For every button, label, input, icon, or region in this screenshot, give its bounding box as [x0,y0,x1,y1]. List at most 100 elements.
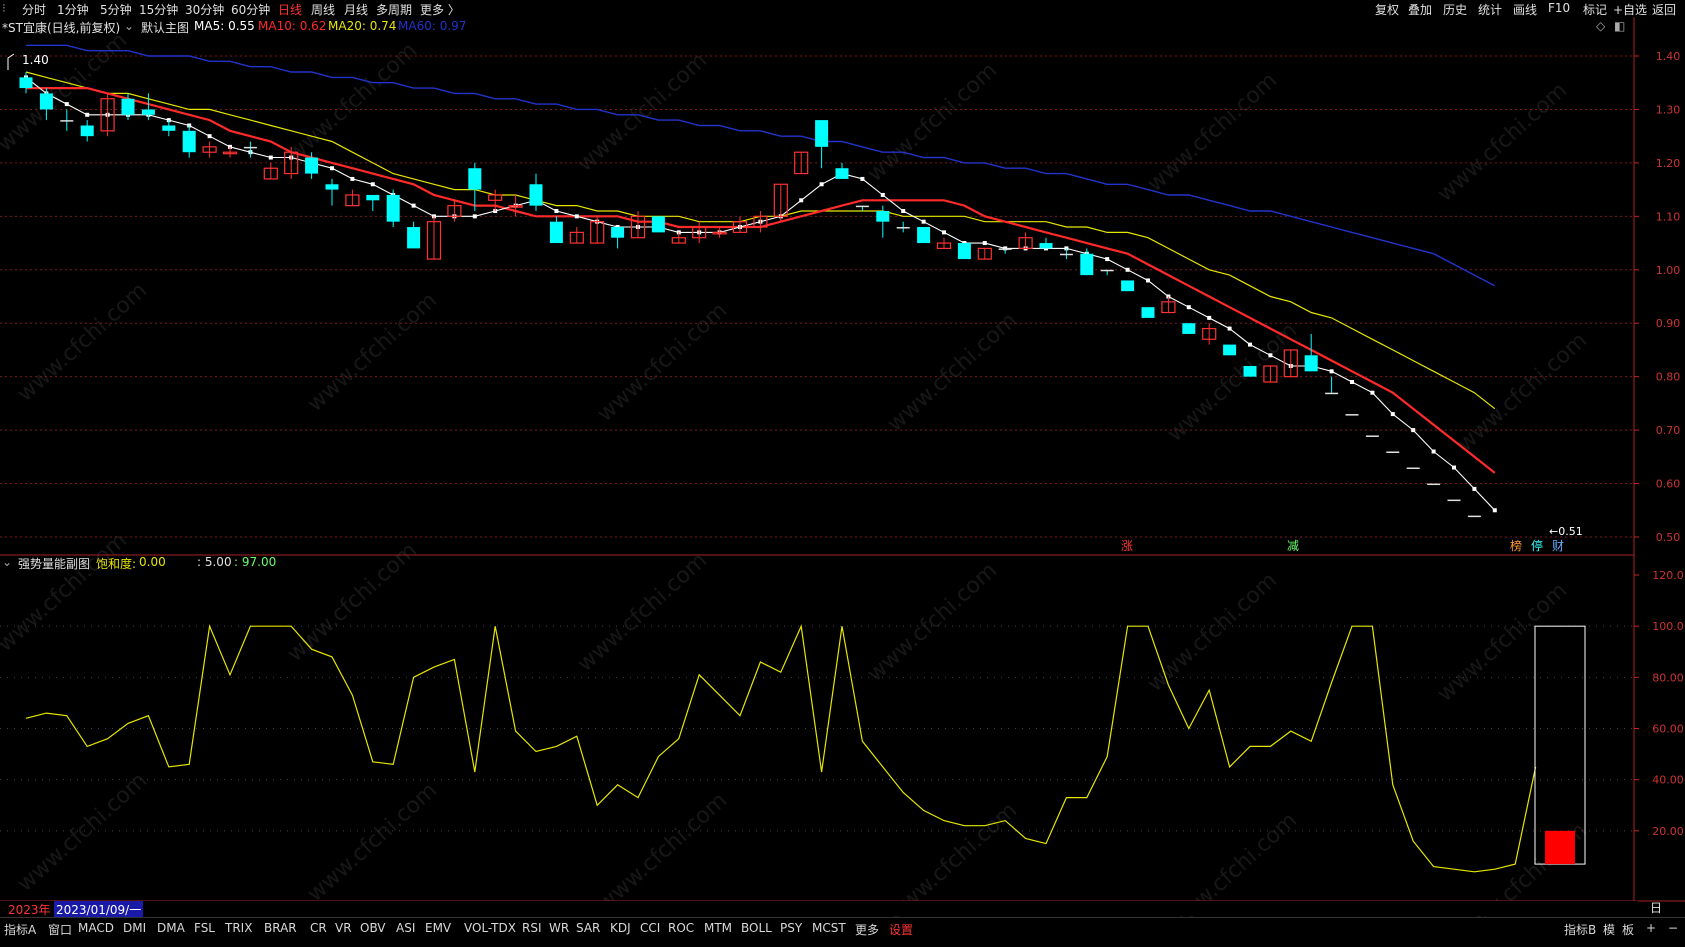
tool-button-5[interactable]: F10 [1548,1,1570,15]
tool-button-8[interactable]: 返回 [1652,1,1676,18]
period-tab-5[interactable]: 60分钟 [231,1,270,18]
ma5-dot [513,203,518,208]
candle-body-up [773,183,788,217]
indicator-tab-macd[interactable]: MACD [78,921,114,935]
period-tab-4[interactable]: 30分钟 [185,1,224,18]
template-name[interactable]: 默认主图 [141,19,189,36]
indicator-tab-cci[interactable]: CCI [640,921,660,935]
low-price-marker: ←0.51 [1549,525,1583,538]
indicator-tab-trix[interactable]: TRIX [225,921,252,935]
period-tab-6[interactable]: 日线 [278,1,302,18]
ma10-label: MA10: [258,19,296,33]
indicator-tab-rsi[interactable]: RSI [522,921,542,935]
ma5-dot [758,219,763,224]
period-tab-9[interactable]: 多周期 [376,1,412,18]
indicator-tab-asi[interactable]: ASI [396,921,415,935]
tool-button-2[interactable]: 历史 [1443,1,1467,18]
tool-button-6[interactable]: 标记 [1583,1,1607,18]
ma5-dot [1309,363,1314,368]
right-tool-0[interactable]: 指标B [1564,921,1596,938]
indicator-tab-brar[interactable]: BRAR [264,921,297,935]
ma5-dot [1023,246,1028,251]
stock-title[interactable]: *ST宜康(日线,前复权) [2,19,120,36]
energy-box-outline [1534,625,1586,865]
indicator-tab-更多[interactable]: 更多 [855,921,879,938]
indicator-tab-dmi[interactable]: DMI [123,921,146,935]
indicator-tab-mcst[interactable]: MCST [812,921,846,935]
candle-body-up [263,167,278,180]
right-tool-1[interactable]: 模 [1603,921,1615,938]
indicator-tab-设置[interactable]: 设置 [889,921,913,938]
indicator-tab-obv[interactable]: OBV [360,921,386,935]
ma20-value: 0.74 [369,19,397,33]
sub-chart-title[interactable]: 强势量能副图 [18,555,90,572]
indicator-tab-指标a[interactable]: 指标A [4,921,36,938]
ma5-dot [840,171,844,176]
ma5-dot [1268,353,1273,358]
price-tick-label: 1.00 [1656,264,1681,277]
ma5-dot [636,225,640,230]
ma5-dot [982,241,987,246]
sub-dropdown-icon[interactable]: ⌄ [2,555,12,569]
period-tab-10[interactable]: 更多 〉 [420,1,460,18]
period-tab-1[interactable]: 1分钟 [57,1,89,18]
ma5-dot [1044,246,1048,251]
tool-button-1[interactable]: 叠加 [1408,1,1432,18]
right-tool-3[interactable]: + [1646,921,1656,935]
tool-button-7[interactable]: +自选 [1613,1,1647,18]
period-tab-0[interactable]: 分时 [22,1,46,18]
indicator-tab-psy[interactable]: PSY [780,921,802,935]
tool-button-0[interactable]: 复权 [1375,1,1399,18]
indicator-tab-fsl[interactable]: FSL [194,921,215,935]
watermark: www.cfchi.com [1142,68,1283,197]
candle-body-down [162,125,176,131]
ma5-dot [717,230,722,235]
candle-body-up [1263,365,1278,383]
right-tool-2[interactable]: 板 [1622,921,1634,938]
indicator-tab-窗口[interactable]: 窗口 [48,921,72,938]
price-tick-label: 1.10 [1656,210,1681,223]
ma5-dot [799,198,804,203]
period-toolbar: ⁝ 分时 1分钟 5分钟 15分钟 30分钟 60分钟 日线 周线 月线 多周期 更多 〉 复权 叠加… [0,0,1685,17]
candle-body-up [1161,301,1176,314]
indicator-tab-wr[interactable]: WR [549,921,569,935]
period-tab-2[interactable]: 5分钟 [100,1,132,18]
candle-body-down [815,120,829,147]
indicator-tab-sar[interactable]: SAR [576,921,600,935]
indicator-tab-mtm[interactable]: MTM [704,921,732,935]
toolbar-grip-icon[interactable]: ⁝ [2,1,6,15]
period-tab-8[interactable]: 月线 [344,1,368,18]
indicator-tab-emv[interactable]: EMV [425,921,451,935]
candle-body-down [1467,515,1481,518]
indicator-tab-vr[interactable]: VR [335,921,352,935]
high-marker-arrow [7,53,15,70]
period-tab-7[interactable]: 周线 [311,1,335,18]
ma60-line [26,44,1496,287]
ma5-dot [166,118,171,123]
indicator-tab-roc[interactable]: ROC [668,921,694,935]
price-tick-label: 0.60 [1656,478,1681,491]
template-dropdown-icon[interactable]: ⌄ [124,19,134,33]
indicator-tab-kdj[interactable]: KDJ [610,921,631,935]
diamond-icon[interactable]: ◇ [1596,19,1605,33]
tool-button-3[interactable]: 统计 [1478,1,1502,18]
indicator-tab-dma[interactable]: DMA [157,921,185,935]
right-tool-4[interactable]: − [1668,921,1678,935]
kline-chart[interactable]: 1.40 ←0.51 涨 减 榜停财 1.40 1.30 1.20 1.10 1.00 0.90 0… [0,0,1685,940]
period-tab-3[interactable]: 15分钟 [139,1,178,18]
candle-body-up [630,215,646,239]
watermark: www.cfchi.com [1162,318,1303,447]
energy-tick-label: 40.00 [1652,774,1684,787]
tool-button-4[interactable]: 画线 [1513,1,1537,18]
candle-body-down [876,210,890,222]
event-tag: 财 [1552,539,1564,553]
watermark: www.cfchi.com [0,28,133,157]
candle-body-down [1080,253,1094,276]
ma5-dot [1350,380,1354,385]
indicator-tab-vol-tdx[interactable]: VOL-TDX [464,921,516,935]
indicator-tab-boll[interactable]: BOLL [741,921,772,935]
panel-toggle-icon[interactable]: ◧ [1614,19,1625,33]
candle-body-up [426,221,442,260]
indicator-tab-cr[interactable]: CR [310,921,327,935]
saturation-label: 饱和度: [96,557,137,571]
